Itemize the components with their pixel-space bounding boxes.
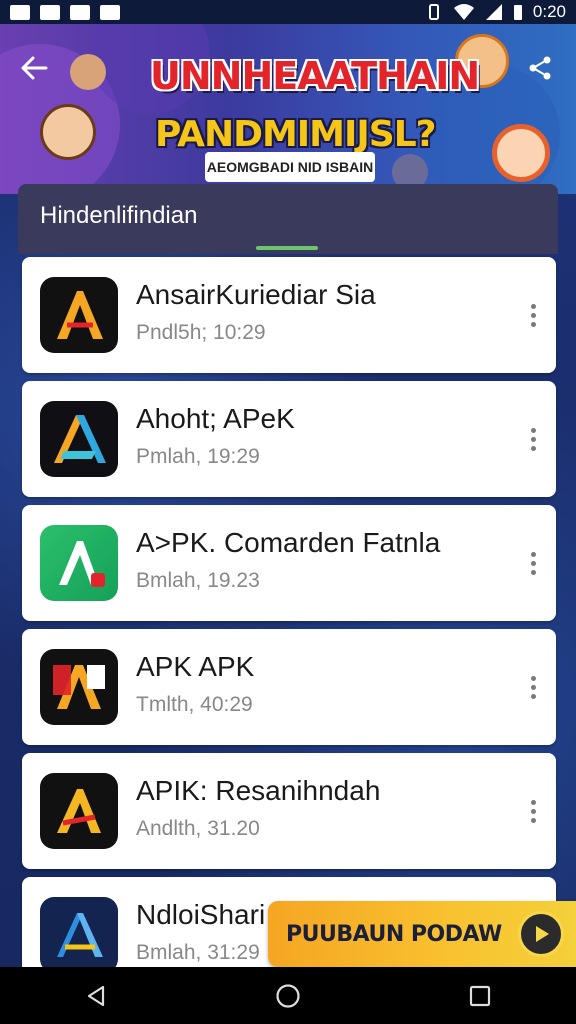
app-meta: Tmlth, 40:29: [136, 693, 253, 716]
app-a-blue-icon: [40, 897, 118, 973]
battery-icon: [513, 5, 522, 20]
tab-indicator: [256, 246, 318, 250]
app-name: NdloiShari: [136, 899, 266, 930]
app-meta: Pndl5h; 10:29: [136, 321, 266, 344]
app-meta: Andlth, 31.20: [136, 817, 260, 840]
app-a-gold-icon: [40, 773, 118, 849]
banner-title-line1: UNNHEAATHAIN: [150, 54, 480, 98]
app-name: APK APK: [136, 651, 255, 682]
cartoon-character-illustration: [70, 54, 106, 90]
app-a-orange-icon: [40, 277, 118, 353]
notification-icon: [100, 4, 120, 20]
app-meta: Pmlah, 19:29: [136, 445, 260, 468]
vibrate-icon: [428, 4, 439, 20]
more-options-button[interactable]: [526, 293, 540, 337]
arrow-left-icon: [21, 56, 48, 80]
notification-icons: [10, 4, 120, 20]
list-item[interactable]: AnsairKuriediar Sia Pndl5h; 10:29: [22, 257, 556, 373]
list-item[interactable]: A>PK. Comarden Fatnla Bmlah, 19.23: [22, 505, 556, 621]
more-options-button[interactable]: [526, 789, 540, 833]
nav-recents-button[interactable]: [456, 972, 504, 1020]
app-name: AnsairKuriediar Sia: [136, 279, 376, 310]
app-a-rainbow-icon: [40, 401, 118, 477]
play-badge-icon: [518, 911, 564, 957]
app-pa-icon: [40, 649, 118, 725]
cartoon-character-illustration: [40, 104, 96, 160]
more-options-button[interactable]: [526, 541, 540, 585]
list-item[interactable]: APIK: Resanihndah Andlth, 31.20: [22, 753, 556, 869]
system-navigation-bar: [0, 967, 576, 1024]
notification-icon: [10, 4, 30, 20]
promo-banner-button[interactable]: PUUBAUN PODAW: [268, 901, 576, 967]
app-name: APIK: Resanihndah: [136, 775, 381, 806]
wifi-icon: [453, 4, 474, 20]
section-title: Hindenlifindian: [40, 202, 198, 229]
share-icon: [529, 56, 551, 80]
banner-title-line2: PANDMIMIJSL?: [155, 114, 437, 155]
nav-back-button[interactable]: [72, 972, 120, 1020]
nav-home-button[interactable]: [264, 972, 312, 1020]
app-meta: Bmlah, 31:29: [136, 941, 260, 964]
back-button[interactable]: [14, 48, 54, 88]
list-item[interactable]: APK APK Tmlth, 40:29: [22, 629, 556, 745]
notification-icon: [70, 4, 90, 20]
signal-icon: [485, 4, 502, 20]
cartoon-character-illustration: [492, 124, 550, 182]
banner-subtitle: AEOMGBADI NID ISBAIN: [205, 152, 375, 182]
square-recents-icon: [469, 985, 491, 1006]
list-item[interactable]: Ahoht; APeK Pmlah, 19:29: [22, 381, 556, 497]
status-bar: 0:20: [0, 0, 576, 24]
list-header: Hindenlifindian: [18, 184, 558, 254]
app-name: Ahoht; APeK: [136, 403, 295, 434]
share-button[interactable]: [520, 48, 560, 88]
app-a-green-icon: [40, 525, 118, 601]
triangle-back-icon: [87, 985, 105, 1006]
clock: 0:20: [532, 2, 566, 21]
app-name: A>PK. Comarden Fatnla: [136, 527, 441, 558]
notification-icon: [40, 4, 60, 20]
app-meta: Bmlah, 19.23: [136, 569, 260, 592]
more-options-button[interactable]: [526, 665, 540, 709]
promo-label: PUUBAUN PODAW: [286, 921, 502, 947]
circle-home-icon: [276, 983, 300, 1008]
more-options-button[interactable]: [526, 417, 540, 461]
